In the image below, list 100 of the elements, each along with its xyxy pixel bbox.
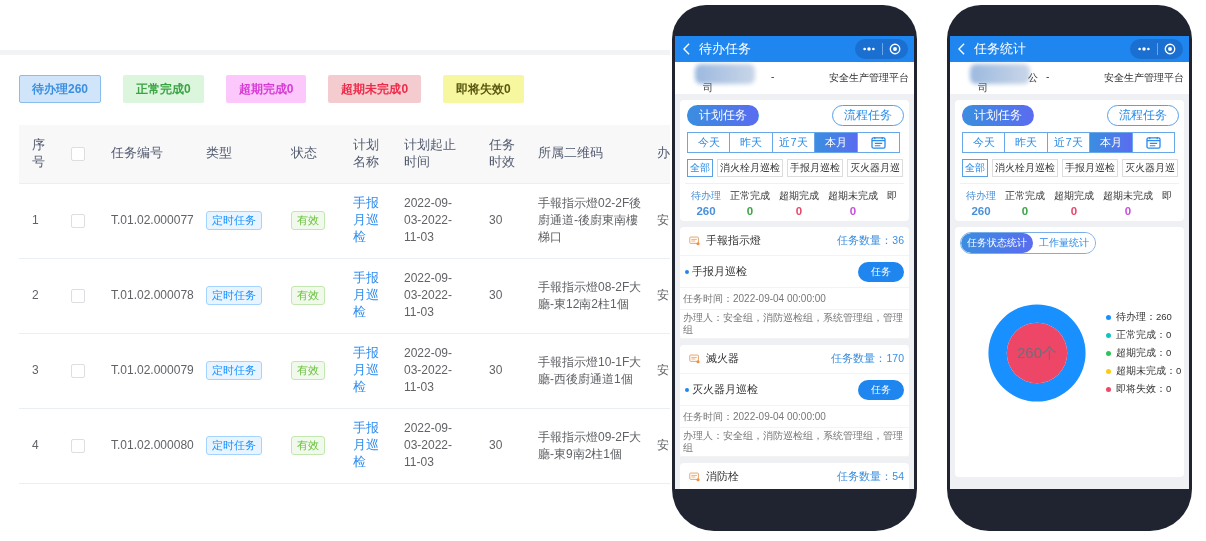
table-cell: 30 — [478, 183, 527, 258]
legend-label: 即将失效：0 — [1116, 382, 1172, 396]
redacted-blur — [970, 64, 1030, 84]
task-button[interactable]: 任务 — [858, 261, 904, 282]
filter-chip[interactable]: 消火栓月巡检 — [717, 159, 783, 177]
column-header: 计划名称 — [342, 125, 393, 183]
table-cell: 1 — [19, 183, 60, 258]
stat-value: 0 — [849, 205, 857, 217]
filter-chip[interactable]: 手报月巡检 — [787, 159, 843, 177]
table-cell: 2022-09-03-2022-11-03 — [393, 258, 478, 333]
table-cell: T.01.02.000078 — [100, 258, 195, 333]
filter-chip[interactable]: 消火栓月巡检 — [992, 159, 1058, 177]
status-tag: 有效 — [291, 211, 325, 230]
checkbox[interactable] — [71, 438, 85, 453]
checkbox[interactable] — [71, 288, 85, 303]
table-cell: 2022-09-03-2022-11-03 — [393, 183, 478, 258]
status-tag: 有效 — [291, 436, 325, 455]
plan-link[interactable]: 手报月巡检 — [353, 270, 381, 321]
company-name-fragment: 司 — [978, 81, 988, 95]
mode-tab[interactable]: 流程任务 — [832, 105, 904, 126]
stat-label[interactable]: 超期完成 — [779, 189, 819, 203]
status-filter-button[interactable]: 正常完成0 — [123, 75, 204, 103]
page-title: 任务统计 — [974, 40, 1027, 58]
status-tag: 有效 — [291, 361, 325, 380]
column-header: 序号 — [19, 125, 60, 183]
filter-chip[interactable]: 全部 — [962, 159, 988, 177]
center-disc — [1006, 322, 1068, 384]
filter-chip[interactable]: 灭火器月巡 — [1122, 159, 1178, 177]
stat-label[interactable]: 即 — [1162, 189, 1172, 203]
mode-tab[interactable]: 计划任务 — [687, 105, 759, 126]
platform-name: 安全生产管理平台 — [1104, 71, 1184, 85]
plan-link[interactable]: 手报月巡检 — [353, 195, 381, 246]
type-tag: 定时任务 — [206, 211, 262, 230]
table-cell: 30 — [478, 408, 527, 483]
table-cell: 手報指示燈08-2F大廳-東12南2柱1個 — [527, 258, 646, 333]
table-cell: 2022-09-03-2022-11-03 — [393, 408, 478, 483]
date-tab[interactable]: 本月 — [1090, 133, 1133, 152]
stat-label[interactable]: 待办理 — [691, 189, 721, 203]
table-cell: 30 — [478, 258, 527, 333]
stat-label[interactable]: 正常完成 — [1005, 189, 1045, 203]
checkbox[interactable] — [71, 146, 85, 161]
table-cell: 2022-09-03-2022-11-03 — [393, 333, 478, 408]
checkbox[interactable] — [71, 213, 85, 228]
stat-label[interactable]: 超期未完成 — [828, 189, 878, 203]
column-header: 任务时效 — [478, 125, 527, 183]
table-cell: 3 — [19, 333, 60, 408]
more-icon[interactable] — [862, 46, 876, 52]
column-header: 状态 — [280, 125, 342, 183]
chart-tab[interactable]: 任务状态统计 — [961, 233, 1033, 253]
task-name: 灭火器月巡检 — [692, 382, 759, 397]
checkbox[interactable] — [71, 363, 85, 378]
group-name: 手報指示燈 — [706, 234, 762, 248]
mode-tab[interactable]: 计划任务 — [962, 105, 1034, 126]
page-title: 待办任务 — [699, 40, 752, 58]
more-icon[interactable] — [1137, 46, 1151, 52]
column-header: 计划起止时间 — [393, 125, 478, 183]
status-filter-button[interactable]: 超期完成0 — [225, 75, 307, 103]
legend-label: 正常完成：0 — [1116, 328, 1172, 342]
table-cell: 手報指示燈09-2F大廳-東9南2柱1個 — [527, 408, 646, 483]
type-tag: 定时任务 — [206, 436, 262, 455]
stat-value: 0 — [1070, 205, 1078, 217]
calendar-icon[interactable] — [1145, 136, 1161, 149]
date-tab[interactable]: 本月 — [815, 133, 858, 152]
platform-name: 安全生产管理平台 — [829, 71, 909, 85]
status-filter-button[interactable]: 即将失效0 — [443, 75, 524, 103]
task-button[interactable]: 任务 — [858, 379, 904, 400]
stat-label[interactable]: 正常完成 — [730, 189, 770, 203]
table-cell: 手報指示燈10-1F大廳-西後廚通道1個 — [527, 333, 646, 408]
company-name-fragment: 公 — [1028, 71, 1038, 85]
filter-chip[interactable]: 手报月巡检 — [1062, 159, 1118, 177]
type-tag: 定时任务 — [206, 361, 262, 380]
table-cell: T.01.02.000077 — [100, 183, 195, 258]
plan-link[interactable]: 手报月巡检 — [353, 420, 381, 471]
company-name-fragment: - — [771, 71, 775, 82]
back-icon[interactable] — [683, 43, 690, 55]
message-icon — [689, 236, 700, 246]
column-header: 类型 — [195, 125, 280, 183]
table-cell: T.01.02.000080 — [100, 408, 195, 483]
table-cell: 4 — [19, 408, 60, 483]
bullet-icon — [685, 387, 689, 392]
stat-label[interactable]: 超期完成 — [1054, 189, 1094, 203]
type-tag: 定时任务 — [206, 286, 262, 305]
mode-tab[interactable]: 流程任务 — [1107, 105, 1179, 126]
status-filter-button[interactable]: 超期未完成0 — [328, 75, 422, 103]
center-label: 260个 — [1016, 344, 1058, 362]
status-filter-button[interactable]: 待办理260 — [19, 75, 102, 103]
column-header: 任务编号 — [100, 125, 195, 183]
filter-chip[interactable]: 灭火器月巡 — [847, 159, 903, 177]
group-name: 消防栓 — [706, 470, 740, 484]
stat-label[interactable]: 即 — [887, 189, 897, 203]
table-cell: 手報指示燈02-2F後廚通道-後廚東南樓梯口 — [527, 183, 646, 258]
task-count: 任务数量：170 — [831, 352, 904, 366]
filter-chip[interactable]: 全部 — [687, 159, 713, 177]
stat-label[interactable]: 超期未完成 — [1103, 189, 1153, 203]
plan-link[interactable]: 手报月巡检 — [353, 345, 381, 396]
task-time: 任务时间：2022-09-04 00:00:00 — [680, 406, 909, 428]
stat-label[interactable]: 待办理 — [966, 189, 996, 203]
back-icon[interactable] — [958, 43, 965, 55]
calendar-icon[interactable] — [870, 136, 886, 149]
company-name-fragment: - — [1046, 71, 1050, 82]
